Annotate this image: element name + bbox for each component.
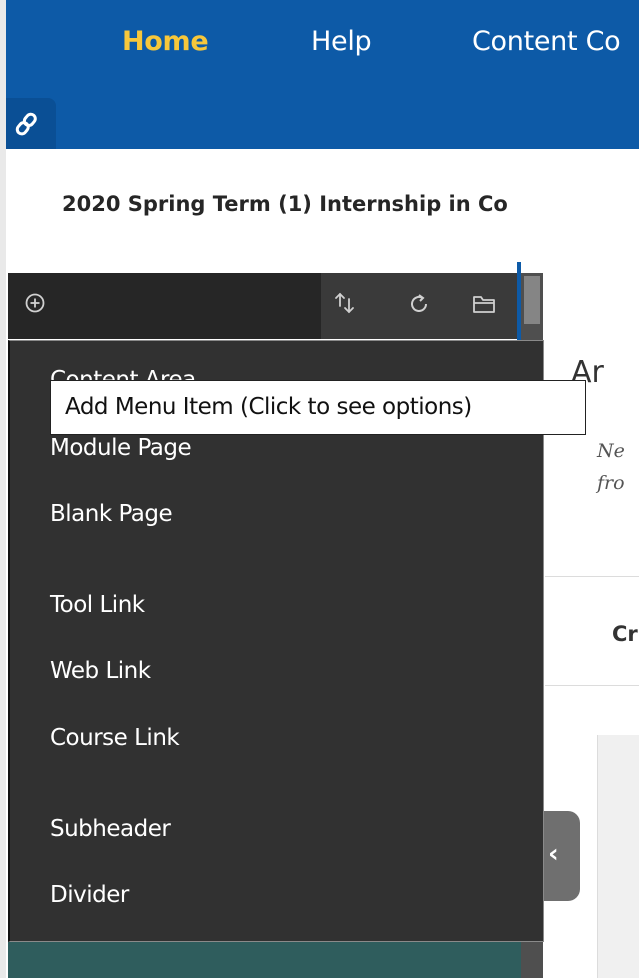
folder-icon[interactable] (471, 292, 497, 316)
nav-home-tab[interactable]: Home (122, 26, 209, 57)
window-edge (0, 0, 6, 978)
top-nav-bar: Home Help Content Co (0, 0, 639, 149)
menu-option-divider[interactable]: Divider (50, 882, 129, 908)
chevron-left-icon: ‹ (548, 839, 559, 869)
course-menu-header (8, 273, 520, 339)
content-description-line2: fro (597, 472, 625, 494)
divider (545, 685, 639, 686)
refresh-icon[interactable] (407, 292, 431, 316)
menu-option-tool-link[interactable]: Tool Link (50, 592, 145, 618)
link-icon (15, 112, 37, 136)
nav-help-tab[interactable]: Help (311, 26, 372, 57)
divider (545, 576, 639, 577)
menu-option-blank-page[interactable]: Blank Page (50, 501, 173, 527)
reorder-icon[interactable] (333, 290, 357, 316)
course-menu-footer (8, 942, 521, 978)
quick-links-button[interactable] (6, 98, 56, 149)
menu-option-module-page[interactable]: Module Page (50, 435, 192, 461)
menu-option-course-link[interactable]: Course Link (50, 725, 180, 751)
menu-option-web-link[interactable]: Web Link (50, 658, 151, 684)
tooltip-text: Add Menu Item (Click to see options) (65, 394, 472, 420)
plus-circle-icon[interactable] (24, 292, 46, 314)
menu-tools (321, 273, 520, 339)
tooltip: Add Menu Item (Click to see options) (50, 380, 586, 435)
content-section-label[interactable]: Cr (612, 622, 638, 646)
content-description-line1: Ne (597, 440, 625, 462)
content-box (597, 735, 639, 978)
menu-option-subheader[interactable]: Subheader (50, 816, 171, 842)
scrollbar-thumb[interactable] (524, 276, 540, 324)
nav-content-collection-tab[interactable]: Content Co (472, 26, 621, 57)
course-title: 2020 Spring Term (1) Internship in Co (62, 192, 508, 216)
